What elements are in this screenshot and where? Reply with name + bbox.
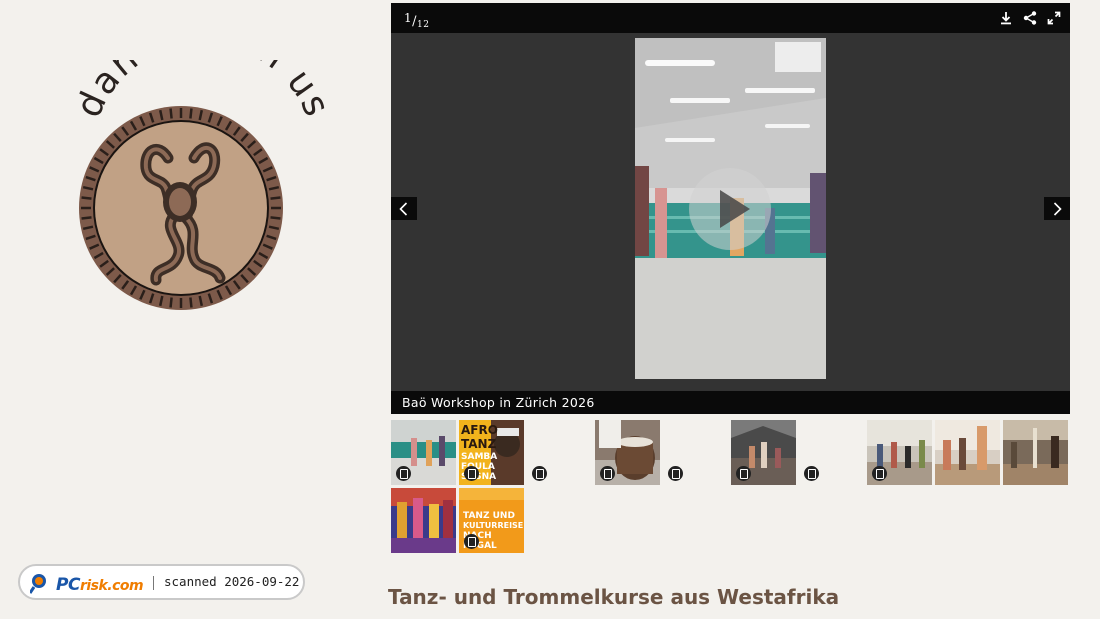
svg-text:AFRO: AFRO bbox=[461, 423, 498, 437]
video-file-icon bbox=[532, 466, 547, 481]
ring-tick bbox=[169, 297, 173, 308]
separator bbox=[153, 576, 154, 590]
svg-text:SAMBA: SAMBA bbox=[461, 452, 497, 462]
thumbnail[interactable]: AFRO TANZ SAMBA FOULA SOSNA bbox=[459, 420, 524, 485]
pcrisk-logo: PCrisk.com bbox=[30, 572, 148, 595]
thumbnail[interactable]: TANZ UNDKULTURREISENACHNEGAL bbox=[459, 488, 524, 553]
fullscreen-icon[interactable] bbox=[1046, 10, 1062, 26]
share-icon[interactable] bbox=[1022, 10, 1038, 26]
video-file-icon bbox=[464, 534, 479, 549]
brand-text: PC bbox=[56, 575, 80, 595]
thumbnail[interactable] bbox=[595, 420, 660, 485]
video-file-icon bbox=[396, 466, 411, 481]
play-button[interactable] bbox=[689, 168, 771, 250]
ring-tick bbox=[81, 216, 92, 220]
video-file-icon bbox=[600, 466, 615, 481]
ring-tick bbox=[270, 216, 281, 220]
brand-suffix: risk.com bbox=[79, 578, 144, 594]
download-icon[interactable] bbox=[998, 10, 1014, 26]
thumbnail[interactable] bbox=[391, 488, 456, 553]
dance-with-us-logo: dance with us bbox=[70, 60, 336, 310]
slide-counter: 1/12 bbox=[404, 11, 430, 30]
chevron-left-icon bbox=[399, 202, 408, 216]
ring-tick bbox=[169, 108, 173, 119]
thumbnail[interactable] bbox=[799, 420, 864, 485]
scan-badge: PCrisk.com scanned 2026-09-22 bbox=[18, 564, 305, 600]
chevron-right-icon bbox=[1053, 202, 1062, 216]
video-file-icon bbox=[668, 466, 683, 481]
thumbnail[interactable] bbox=[391, 420, 456, 485]
counter-current: 1 bbox=[404, 11, 413, 25]
video-file-icon bbox=[736, 466, 751, 481]
video-file-icon bbox=[464, 466, 479, 481]
thumbnail[interactable] bbox=[527, 420, 592, 485]
ring-tick bbox=[189, 108, 193, 119]
thumbnail[interactable] bbox=[663, 420, 728, 485]
gallery-toolbar: 1/12 bbox=[391, 3, 1070, 33]
svg-text:KULTURREISE: KULTURREISE bbox=[463, 521, 523, 530]
caption-bar: Baö Workshop in Zürich 2026 bbox=[391, 391, 1070, 414]
thumbnail[interactable] bbox=[935, 420, 1000, 485]
ring-tick bbox=[189, 297, 193, 308]
ring-tick bbox=[270, 196, 281, 200]
thumbnail[interactable] bbox=[867, 420, 932, 485]
ring-tick bbox=[81, 196, 92, 200]
next-button[interactable] bbox=[1044, 197, 1070, 220]
svg-text:TANZ: TANZ bbox=[461, 437, 497, 451]
page-title: Tanz- und Trommelkurse aus Westafrika bbox=[388, 585, 840, 609]
counter-total: 12 bbox=[417, 20, 430, 30]
video-file-icon bbox=[804, 466, 819, 481]
svg-text:TANZ UND: TANZ UND bbox=[463, 511, 515, 521]
thumbnail[interactable] bbox=[1003, 420, 1068, 485]
magnifier-icon bbox=[30, 574, 46, 594]
thumbnail[interactable] bbox=[731, 420, 796, 485]
video-file-icon bbox=[872, 466, 887, 481]
video-preview[interactable] bbox=[635, 38, 826, 379]
scan-date: scanned 2026-09-22 bbox=[164, 574, 300, 589]
slide-caption: Baö Workshop in Zürich 2026 bbox=[402, 395, 595, 410]
media-gallery: 1/12 Baö Workshop in Zürich 2026 bbox=[391, 3, 1070, 414]
prev-button[interactable] bbox=[391, 197, 417, 220]
